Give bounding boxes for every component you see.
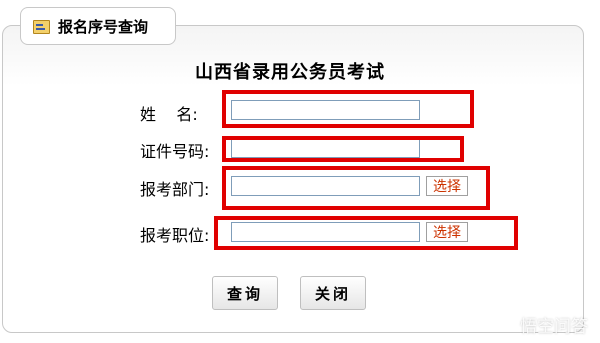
form-title: 山西省录用公务员考试 xyxy=(195,62,385,83)
watermark: 悟空问答 xyxy=(500,312,588,337)
query-button[interactable]: 查询 xyxy=(212,276,278,310)
watermark-text: 悟空问答 xyxy=(520,317,588,337)
position-select-button[interactable]: 选择 xyxy=(426,222,468,242)
speech-bubble-icon xyxy=(500,318,516,331)
close-button[interactable]: 关闭 xyxy=(300,276,366,310)
department-label: 报考部门: xyxy=(140,180,210,199)
position-input[interactable] xyxy=(231,222,420,242)
position-label: 报考职位: xyxy=(140,226,210,245)
department-select-button[interactable]: 选择 xyxy=(426,176,468,196)
tab-title: 报名序号查询 xyxy=(58,17,149,36)
panel-tab: 报名序号查询 xyxy=(20,7,176,45)
id-number-input[interactable] xyxy=(231,138,420,158)
id-number-label: 证件号码: xyxy=(140,142,210,161)
name-input[interactable] xyxy=(231,100,420,120)
department-input[interactable] xyxy=(231,176,420,196)
name-label: 姓 名: xyxy=(140,105,198,124)
id-card-icon xyxy=(33,19,50,34)
